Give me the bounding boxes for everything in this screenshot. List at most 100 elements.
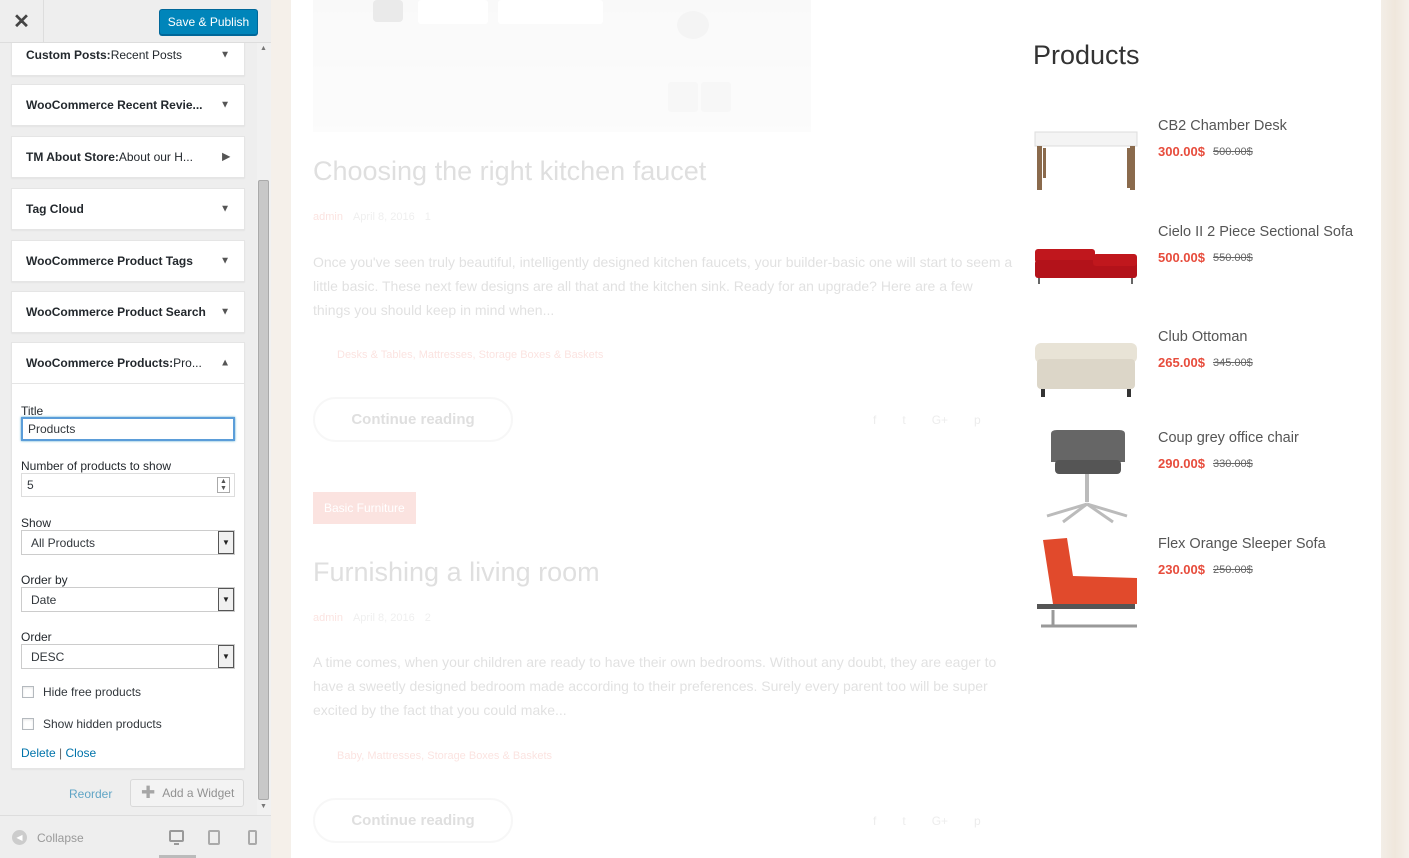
chevron-right-icon[interactable]: ▶ xyxy=(222,152,230,163)
chevron-down-icon[interactable]: ▼ xyxy=(220,256,230,267)
order-label: Order xyxy=(21,630,52,644)
reorder-link[interactable]: Reorder xyxy=(69,787,112,801)
product-price: 300.00$ xyxy=(1158,144,1205,159)
products-widget-title: Products xyxy=(1033,40,1140,70)
post-meta: admin April 8, 2016 1 xyxy=(313,211,431,223)
mobile-preview-icon[interactable] xyxy=(248,830,257,845)
product-price: 230.00$ xyxy=(1158,562,1205,577)
pinterest-icon[interactable]: p xyxy=(974,814,981,828)
pinterest-icon[interactable]: p xyxy=(974,413,981,427)
widget-control-links: Delete | Close xyxy=(21,746,97,760)
product-item[interactable]: Coup grey office chair 290.00$ 330.00$ xyxy=(1033,430,1393,530)
post-author[interactable]: admin xyxy=(313,211,343,223)
order-select[interactable]: DESC ▼ xyxy=(21,644,235,669)
chevron-down-icon[interactable]: ▼ xyxy=(220,100,230,111)
post-tags[interactable]: Baby, Mattresses, Storage Boxes & Basket… xyxy=(337,750,552,762)
plus-icon: ✚ xyxy=(141,783,156,802)
post-featured-image xyxy=(313,0,811,132)
post-title[interactable]: Furnishing a living room xyxy=(313,557,600,588)
twitter-icon[interactable]: t xyxy=(902,814,905,828)
widget-title: WooCommerce Product Search xyxy=(26,305,206,319)
widget-subtitle: Pro... xyxy=(173,356,202,370)
widget-custom-posts[interactable]: Custom Posts: Recent Posts ▼ xyxy=(11,43,245,76)
product-name[interactable]: Club Ottoman xyxy=(1158,329,1247,345)
widget-woocommerce-products-expanded: WooCommerce Products: Pro... ▲ Title Prod… xyxy=(11,342,245,769)
number-products-label: Number of products to show xyxy=(21,459,172,473)
widget-woocommerce-product-tags[interactable]: WooCommerce Product Tags ▼ xyxy=(11,240,245,282)
collapse-button[interactable]: ◀ Collapse xyxy=(12,830,84,845)
product-old-price: 500.00$ xyxy=(1213,146,1253,158)
show-select[interactable]: All Products ▼ xyxy=(21,530,235,555)
continue-reading-button[interactable]: Continue reading xyxy=(313,397,513,442)
product-item[interactable]: Cielo II 2 Piece Sectional Sofa 500.00$ … xyxy=(1033,224,1393,324)
dropdown-arrow-icon: ▼ xyxy=(218,588,234,611)
add-widget-button[interactable]: ✚ Add a Widget xyxy=(130,779,244,807)
post-author[interactable]: admin xyxy=(313,612,343,624)
category-badge[interactable]: Basic Furniture xyxy=(313,492,416,524)
product-old-price: 550.00$ xyxy=(1213,252,1253,264)
title-input[interactable]: Products xyxy=(21,417,235,441)
google-plus-icon[interactable]: G+ xyxy=(932,413,948,427)
widget-title: TM About Store: xyxy=(26,150,119,164)
chevron-down-icon[interactable]: ▼ xyxy=(220,50,230,61)
scroll-down-icon[interactable]: ▼ xyxy=(260,803,267,810)
twitter-icon[interactable]: t xyxy=(902,413,905,427)
scrollbar-thumb[interactable] xyxy=(258,180,269,800)
widget-title: WooCommerce Recent Revie... xyxy=(26,98,203,112)
product-image[interactable] xyxy=(1033,118,1139,218)
product-price: 265.00$ xyxy=(1158,355,1205,370)
dropdown-arrow-icon: ▼ xyxy=(218,645,234,668)
close-customizer-button[interactable]: ✕ xyxy=(0,0,44,43)
product-name[interactable]: Flex Orange Sleeper Sofa xyxy=(1158,536,1326,552)
google-plus-icon[interactable]: G+ xyxy=(932,814,948,828)
widget-woocommerce-product-search[interactable]: WooCommerce Product Search ▼ xyxy=(11,291,245,333)
facebook-icon[interactable]: f xyxy=(873,413,876,427)
product-price: 500.00$ xyxy=(1158,250,1205,265)
product-name[interactable]: Cielo II 2 Piece Sectional Sofa xyxy=(1158,224,1353,240)
product-image[interactable] xyxy=(1033,536,1139,636)
facebook-icon[interactable]: f xyxy=(873,814,876,828)
widget-title: WooCommerce Products: xyxy=(26,356,174,370)
widget-tm-about-store[interactable]: TM About Store: About our H... ▶ xyxy=(11,136,245,178)
product-image[interactable] xyxy=(1033,430,1139,530)
product-item[interactable]: Club Ottoman 265.00$ 345.00$ xyxy=(1033,329,1393,429)
number-stepper-icon[interactable]: ▲ ▼ xyxy=(217,477,230,493)
delete-link[interactable]: Delete xyxy=(21,746,56,760)
tablet-preview-icon[interactable] xyxy=(208,830,220,845)
orderby-select[interactable]: Date ▼ xyxy=(21,587,235,612)
product-name[interactable]: CB2 Chamber Desk xyxy=(1158,118,1287,134)
show-hidden-checkbox[interactable] xyxy=(22,718,34,730)
desktop-preview-icon[interactable] xyxy=(169,830,184,845)
product-name[interactable]: Coup grey office chair xyxy=(1158,430,1299,446)
close-link[interactable]: Close xyxy=(65,746,96,760)
post-title[interactable]: Choosing the right kitchen faucet xyxy=(313,156,706,187)
continue-reading-button[interactable]: Continue reading xyxy=(313,798,513,843)
chevron-down-icon[interactable]: ▼ xyxy=(220,204,230,215)
save-publish-button[interactable]: Save & Publish xyxy=(159,9,258,35)
product-item[interactable]: CB2 Chamber Desk 300.00$ 500.00$ xyxy=(1033,118,1393,218)
sidebar-scrollbar[interactable]: ▲ ▼ xyxy=(257,43,271,815)
post-comments[interactable]: 1 xyxy=(425,211,431,223)
widget-tag-cloud[interactable]: Tag Cloud ▼ xyxy=(11,188,245,230)
chevron-up-icon[interactable]: ▲ xyxy=(220,358,230,369)
title-label: Title xyxy=(21,404,44,418)
product-image[interactable] xyxy=(1033,224,1139,324)
post-comments[interactable]: 2 xyxy=(425,612,431,624)
scroll-up-icon[interactable]: ▲ xyxy=(260,45,267,52)
product-item[interactable]: Flex Orange Sleeper Sofa 230.00$ 250.00$ xyxy=(1033,536,1393,636)
hide-free-checkbox[interactable] xyxy=(22,686,34,698)
product-image[interactable] xyxy=(1033,329,1139,429)
widget-woocommerce-recent-reviews[interactable]: WooCommerce Recent Revie... ▼ xyxy=(11,84,245,126)
post-date: April 8, 2016 xyxy=(352,211,415,223)
background-texture xyxy=(1381,0,1409,858)
widget-area-actions: Reorder ✚ Add a Widget xyxy=(0,777,257,811)
share-icons: f t G+ p xyxy=(873,413,981,427)
post-tags[interactable]: Desks & Tables, Mattresses, Storage Boxe… xyxy=(337,349,603,361)
widget-title: Custom Posts: xyxy=(26,48,111,62)
post-excerpt: Once you've seen truly beautiful, intell… xyxy=(313,254,1013,318)
product-price: 290.00$ xyxy=(1158,456,1205,471)
widget-list: Custom Posts: Recent Posts ▼ WooCommerce … xyxy=(0,43,257,815)
number-products-input[interactable]: 5 ▲ ▼ xyxy=(21,473,235,497)
hide-free-row: Hide free products xyxy=(22,685,141,699)
chevron-down-icon[interactable]: ▼ xyxy=(220,307,230,318)
